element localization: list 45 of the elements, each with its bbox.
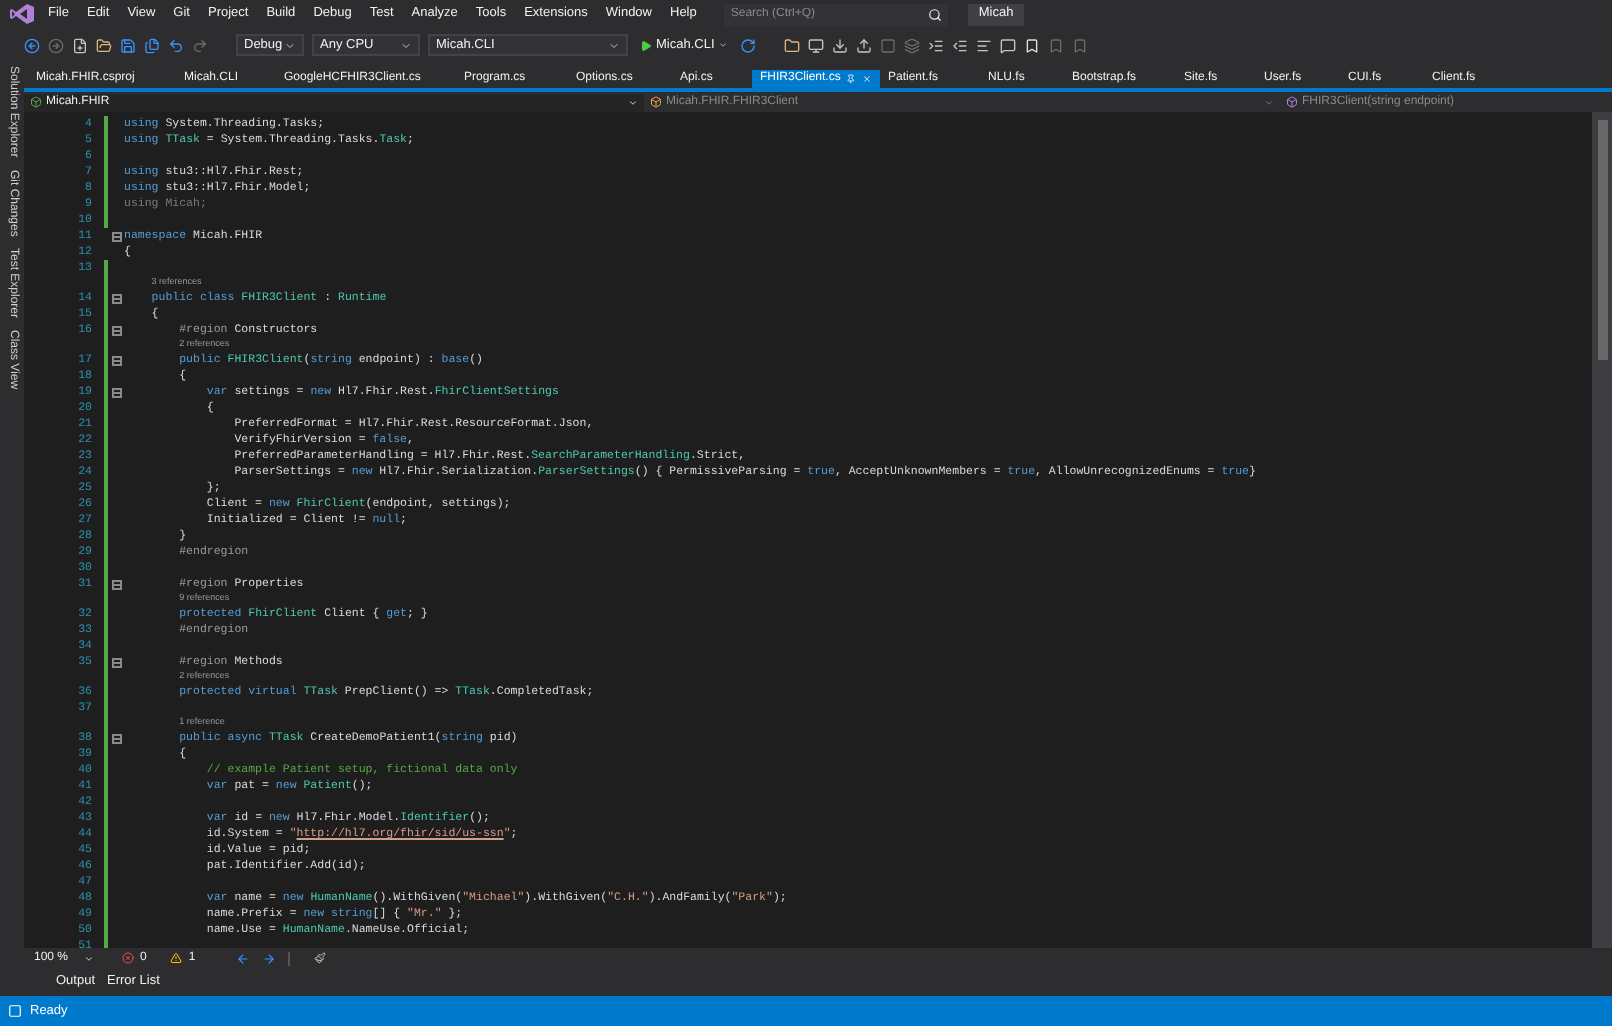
refresh-icon[interactable] [740, 37, 757, 53]
collapse-icon[interactable] [111, 325, 121, 335]
outdent-icon[interactable] [952, 37, 969, 53]
indent-icon[interactable] [928, 37, 945, 53]
logo-icon [10, 4, 34, 24]
back-arrow-icon[interactable] [235, 951, 250, 965]
warning-icon [170, 952, 183, 964]
layers-icon[interactable] [904, 37, 921, 53]
caret-icon[interactable] [284, 39, 296, 51]
cube-icon [30, 96, 42, 108]
status-icon [8, 1004, 22, 1018]
caret-icon[interactable] [400, 39, 412, 51]
new-file-icon[interactable] [72, 37, 88, 53]
back-icon[interactable] [24, 37, 40, 53]
collapse-icon[interactable] [111, 293, 121, 303]
collapse-icon[interactable] [111, 579, 121, 589]
brush-icon[interactable] [313, 952, 326, 964]
cube-icon [1286, 96, 1298, 108]
forward-icon[interactable] [48, 37, 64, 53]
upload-icon[interactable] [856, 37, 873, 53]
collapse-icon[interactable] [111, 355, 121, 365]
caret-icon[interactable] [718, 40, 729, 50]
caret-icon[interactable] [608, 39, 620, 51]
folder-icon[interactable] [784, 37, 801, 53]
forward-arrow-icon[interactable] [261, 951, 276, 965]
search-icon[interactable] [928, 7, 943, 21]
collapse-icon[interactable] [111, 231, 121, 241]
folder-icon[interactable] [96, 37, 112, 53]
pin-icon[interactable] [846, 74, 857, 84]
align-icon[interactable] [976, 37, 993, 53]
collapse-icon[interactable] [111, 657, 121, 667]
error-icon [122, 952, 135, 964]
save-icon[interactable] [120, 37, 136, 53]
collapse-icon[interactable] [111, 387, 121, 397]
save-all-icon[interactable] [144, 37, 160, 53]
undo-icon[interactable] [168, 37, 184, 53]
window-icon[interactable] [808, 37, 825, 53]
download-icon[interactable] [832, 37, 849, 53]
close-icon[interactable] [862, 74, 872, 84]
scrollbar[interactable] [1592, 112, 1612, 948]
collapse-icon[interactable] [111, 733, 121, 743]
redo-icon[interactable] [192, 37, 208, 53]
cube-icon [650, 96, 662, 108]
play-icon[interactable] [640, 39, 652, 51]
comment-icon[interactable] [1000, 37, 1017, 53]
